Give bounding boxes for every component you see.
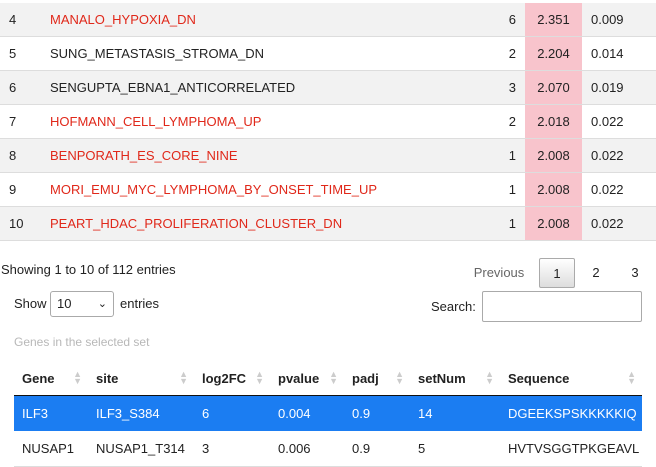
table-row[interactable]: 9 MORI_EMU_MYC_LYMPHOMA_BY_ONSET_TIME_UP 1… xyxy=(0,172,656,207)
cell-pvalue: 0.004 xyxy=(270,395,344,431)
cell-log2fc: 6 xyxy=(194,395,270,431)
p-value: 0.014 xyxy=(582,36,656,71)
header-label: Sequence xyxy=(508,371,570,386)
header-label: site xyxy=(96,371,119,386)
gene-set-name[interactable]: MORI_EMU_MYC_LYMPHOMA_BY_ONSET_TIME_UP xyxy=(45,172,494,207)
cell-pvalue: 0.006 xyxy=(270,431,344,467)
table-row[interactable]: 6 SENGUPTA_EBNA1_ANTICORRELATED 3 2.070 0.01… xyxy=(0,70,656,105)
header-label: padj xyxy=(352,371,379,386)
cell-gene: NUSAP1 xyxy=(14,431,88,467)
column-header-padj[interactable]: padj ▲ ▼ xyxy=(344,362,410,396)
cell-site: NUSAP1_T314 xyxy=(88,431,194,467)
gene-set-name[interactable]: SUNG_METASTASIS_STROMA_DN xyxy=(45,36,494,71)
p-value: 0.022 xyxy=(582,104,656,139)
table-row-selected[interactable]: ILF3 ILF3_S384 6 0.004 0.9 14 DGEEKSPSKK… xyxy=(14,395,642,431)
row-index: 6 xyxy=(0,70,45,105)
header-label: setNum xyxy=(418,371,466,386)
sort-icon: ▲ ▼ xyxy=(73,369,82,386)
pagination-page-3-button[interactable]: 3 xyxy=(622,258,648,288)
entries-length-select[interactable]: 10 ⌄ xyxy=(50,291,114,317)
cell-setnum: 14 xyxy=(410,395,500,431)
gene-count: 6 xyxy=(494,3,525,37)
chevron-down-icon: ⌄ xyxy=(97,298,107,310)
table-row[interactable]: 5 SUNG_METASTASIS_STROMA_DN 2 2.204 0.014 xyxy=(0,36,656,71)
genes-table: Gene ▲ ▼ site ▲ ▼ log2FC ▲ ▼ pvalue ▲ ▼ padj ▲ ▼ s… xyxy=(14,362,642,467)
search-input[interactable] xyxy=(482,291,642,322)
p-value: 0.009 xyxy=(582,3,656,37)
enrichment-score: 2.008 xyxy=(525,138,582,173)
p-value: 0.022 xyxy=(582,206,656,241)
sort-icon: ▲ ▼ xyxy=(395,369,404,386)
gene-set-name[interactable]: MANALO_HYPOXIA_DN xyxy=(45,3,494,37)
sort-icon: ▲ ▼ xyxy=(485,369,494,386)
row-index: 4 xyxy=(0,3,45,37)
cell-sequence: DGEEKSPSKKKKKIQ xyxy=(500,395,642,431)
pagination-previous-button[interactable]: Previous xyxy=(462,258,536,288)
gene-count: 2 xyxy=(494,36,525,71)
column-header-sequence[interactable]: Sequence ▲ ▼ xyxy=(500,362,642,396)
gene-set-name[interactable]: BENPORATH_ES_CORE_NINE xyxy=(45,138,494,173)
column-header-gene[interactable]: Gene ▲ ▼ xyxy=(14,362,88,396)
cell-site: ILF3_S384 xyxy=(88,395,194,431)
entries-length-value: 10 xyxy=(57,296,72,311)
table-row[interactable]: 10 PEART_HDAC_PROLIFERATION_CLUSTER_DN 1 2.… xyxy=(0,206,656,241)
p-value: 0.022 xyxy=(582,172,656,207)
cell-log2fc: 3 xyxy=(194,431,270,467)
row-index: 8 xyxy=(0,138,45,173)
table-row[interactable]: 8 BENPORATH_ES_CORE_NINE 1 2.008 0.022 xyxy=(0,138,656,173)
sort-icon: ▲ ▼ xyxy=(255,369,264,386)
gene-set-name[interactable]: PEART_HDAC_PROLIFERATION_CLUSTER_DN xyxy=(45,206,494,241)
table-row[interactable]: 4 MANALO_HYPOXIA_DN 6 2.351 0.009 xyxy=(0,3,656,37)
header-label: pvalue xyxy=(278,371,320,386)
p-value: 0.022 xyxy=(582,138,656,173)
enrichment-score: 2.070 xyxy=(525,70,582,105)
table-row[interactable]: NUSAP1 NUSAP1_T314 3 0.006 0.9 5 HVTVSGG… xyxy=(14,431,642,467)
header-label: Gene xyxy=(22,371,55,386)
show-label: Show xyxy=(14,296,47,311)
column-header-log2fc[interactable]: log2FC ▲ ▼ xyxy=(194,362,270,396)
sort-icon: ▲ ▼ xyxy=(329,369,338,386)
gene-count: 1 xyxy=(494,206,525,241)
cell-gene: ILF3 xyxy=(14,395,88,431)
gene-set-table: 4 MANALO_HYPOXIA_DN 6 2.351 0.009 5 SUNG_METAS… xyxy=(0,3,656,241)
gene-count: 1 xyxy=(494,138,525,173)
genes-section-title: Genes in the selected set xyxy=(14,335,150,349)
pagination-page-2-button[interactable]: 2 xyxy=(583,258,609,288)
gene-count: 3 xyxy=(494,70,525,105)
gene-set-name[interactable]: SENGUPTA_EBNA1_ANTICORRELATED xyxy=(45,70,494,105)
gene-count: 2 xyxy=(494,104,525,139)
entries-label: entries xyxy=(120,296,160,311)
gene-count: 1 xyxy=(494,172,525,207)
table-row[interactable]: 7 HOFMANN_CELL_LYMPHOMA_UP 2 2.018 0.022 xyxy=(0,104,656,139)
column-header-pvalue[interactable]: pvalue ▲ ▼ xyxy=(270,362,344,396)
row-index: 10 xyxy=(0,206,45,241)
search-label: Search: xyxy=(431,299,476,314)
enrichment-score: 2.018 xyxy=(525,104,582,139)
enrichment-score: 2.008 xyxy=(525,172,582,207)
row-index: 7 xyxy=(0,104,45,139)
column-header-site[interactable]: site ▲ ▼ xyxy=(88,362,194,396)
header-label: log2FC xyxy=(202,371,247,386)
cell-setnum: 5 xyxy=(410,431,500,467)
enrichment-score: 2.008 xyxy=(525,206,582,241)
table-info: Showing 1 to 10 of 112 entries xyxy=(1,262,176,277)
sort-icon: ▲ ▼ xyxy=(627,369,636,386)
gene-set-name[interactable]: HOFMANN_CELL_LYMPHOMA_UP xyxy=(45,104,494,139)
enrichment-score: 2.204 xyxy=(525,36,582,71)
row-index: 9 xyxy=(0,172,45,207)
cell-padj: 0.9 xyxy=(344,431,410,467)
enrichment-score: 2.351 xyxy=(525,3,582,37)
row-index: 5 xyxy=(0,36,45,71)
pagination-page-1-button[interactable]: 1 xyxy=(539,258,575,288)
sort-icon: ▲ ▼ xyxy=(179,369,188,386)
p-value: 0.019 xyxy=(582,70,656,105)
cell-padj: 0.9 xyxy=(344,395,410,431)
cell-sequence: HVTVSGGTPKGEAVL xyxy=(500,431,642,467)
column-header-setnum[interactable]: setNum ▲ ▼ xyxy=(410,362,500,396)
